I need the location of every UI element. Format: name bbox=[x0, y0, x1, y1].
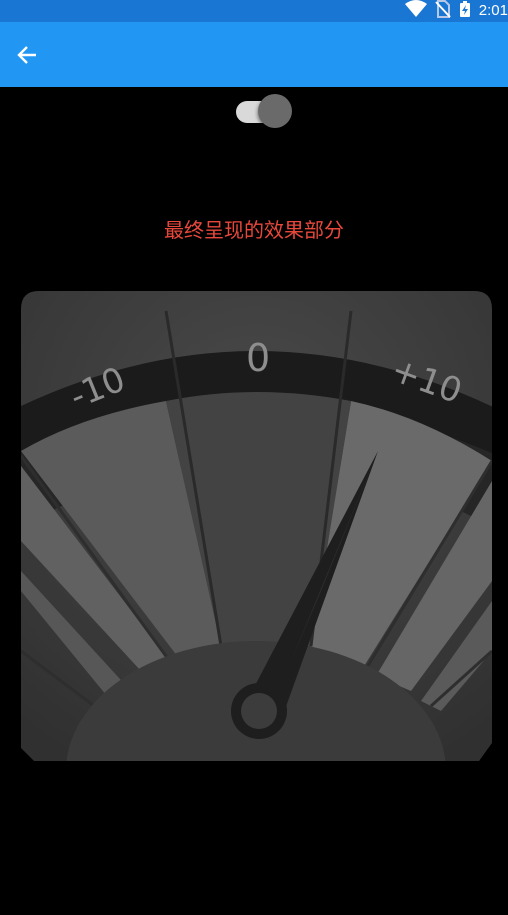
arrow-back-icon bbox=[17, 46, 36, 64]
back-button[interactable] bbox=[10, 38, 44, 72]
status-icons: 2:01 bbox=[404, 0, 508, 22]
gauge-label-zero: 0 bbox=[246, 336, 270, 380]
status-time: 2:01 bbox=[478, 2, 508, 19]
wifi-icon bbox=[404, 0, 427, 22]
toggle-thumb bbox=[258, 94, 292, 128]
effect-toggle-switch[interactable] bbox=[234, 93, 294, 129]
status-bar: 2:01 bbox=[0, 0, 508, 22]
no-sim-icon bbox=[435, 0, 451, 22]
battery-charging-icon bbox=[459, 0, 471, 22]
app-bar bbox=[0, 22, 508, 87]
gauge-image: -10 0 +10 bbox=[21, 291, 492, 761]
result-caption: 最终呈现的效果部分 bbox=[164, 218, 344, 242]
